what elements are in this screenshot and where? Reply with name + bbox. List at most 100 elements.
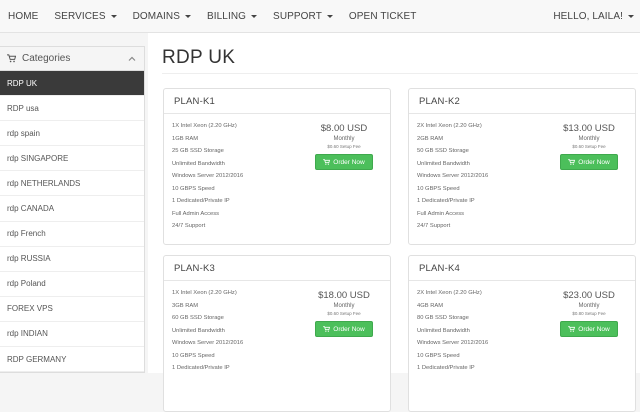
caret-down-icon <box>251 15 258 18</box>
page-title: RDP UK <box>162 47 236 68</box>
plan-billing-cycle: Monthly <box>578 136 600 142</box>
categories-header[interactable]: Categories <box>0 47 144 71</box>
plan-features: 2X Intel Xeon (2.20 GHz) 4GB RAM 80 GB S… <box>417 287 488 375</box>
category-item-rdp-netherlands[interactable]: rdp NETHERLANDS <box>0 171 144 197</box>
plan-feature: 1 Dedicated/Private IP <box>417 198 475 204</box>
plan-feature: 2X Intel Xeon (2.20 GHz) <box>417 290 482 296</box>
plan-feature: 1GB RAM <box>172 135 199 142</box>
nav-home[interactable]: HOME <box>0 0 46 33</box>
category-item-rdp-uk[interactable]: RDP UK <box>0 71 144 97</box>
shopping-cart-icon <box>7 54 16 63</box>
plan-setup-fee: $0.60 Setup Fee <box>572 144 606 149</box>
plan-features: 2X Intel Xeon (2.20 GHz) 2GB RAM 50 GB S… <box>417 120 488 233</box>
categories-sidebar: Categories RDP UK RDP usa rdp spain rdp … <box>0 46 145 373</box>
plan-feature: 24/7 Support <box>172 223 206 229</box>
plan-name: PLAN-K4 <box>409 256 635 281</box>
nav-domains[interactable]: DOMAINS <box>125 0 199 33</box>
category-item-rdp-spain[interactable]: rdp spain <box>0 121 144 147</box>
plan-card: PLAN-K2 2X Intel Xeon (2.20 GHz) 2GB RAM… <box>408 88 636 245</box>
category-item-forex-vps[interactable]: FOREX VPS <box>0 297 144 322</box>
order-now-button[interactable]: Order Now <box>315 154 373 170</box>
category-item-rdp-poland[interactable]: rdp Poland <box>0 272 144 297</box>
order-now-label: Order Now <box>333 158 365 166</box>
shopping-cart-icon <box>568 326 576 332</box>
plan-feature: Windows Server 2012/2016 <box>417 340 489 346</box>
nav-services[interactable]: SERVICES <box>46 0 124 33</box>
plan-feature: 1 Dedicated/Private IP <box>172 198 230 204</box>
plan-billing-cycle: Monthly <box>333 303 355 309</box>
plan-feature: 4GB RAM <box>417 302 444 309</box>
category-item-rdp-indian[interactable]: rdp INDIAN <box>0 322 144 348</box>
plan-feature: 2X Intel Xeon (2.20 GHz) <box>417 123 482 129</box>
plan-feature: Unlimited Bandwidth <box>172 160 225 167</box>
caret-down-icon <box>110 15 117 18</box>
nav-user-menu[interactable]: HELLO, LAILA! <box>545 0 640 33</box>
plan-feature: 80 GB SSD Storage <box>417 315 469 321</box>
nav-domains-label: DOMAINS <box>132 10 180 22</box>
nav-home-label: HOME <box>8 10 39 22</box>
plan-feature: Full Admin Access <box>172 210 220 217</box>
category-item-rdp-canada[interactable]: rdp CANADA <box>0 196 144 222</box>
plan-feature: 24/7 Support <box>417 223 451 229</box>
category-item-rdp-germany[interactable]: RDP GERMANY <box>0 347 144 373</box>
nav-billing[interactable]: BILLING <box>199 0 265 33</box>
caret-down-icon <box>628 15 634 18</box>
plan-feature: 10 GBPS Speed <box>172 185 215 192</box>
plan-feature: 25 GB SSD Storage <box>172 148 224 154</box>
plan-feature: 2GB RAM <box>417 135 444 142</box>
nav-billing-label: BILLING <box>206 10 247 22</box>
plan-feature: Unlimited Bandwidth <box>172 327 225 334</box>
plan-pricing: $18.00 USD Monthly $0.60 Setup Fee Order… <box>314 290 374 337</box>
title-divider <box>162 73 638 74</box>
order-now-label: Order Now <box>333 325 365 333</box>
plan-feature: 10 GBPS Speed <box>417 185 460 192</box>
plan-feature: 60 GB SSD Storage <box>172 315 224 321</box>
caret-down-icon <box>184 15 191 18</box>
plan-price: $18.00 USD <box>318 290 370 301</box>
plan-price: $23.00 USD <box>563 290 615 301</box>
order-now-button[interactable]: Order Now <box>560 154 618 170</box>
order-now-button[interactable]: Order Now <box>560 321 618 337</box>
plan-feature: 10 GBPS Speed <box>172 352 215 359</box>
category-item-rdp-french[interactable]: rdp French <box>0 222 144 247</box>
shopping-cart-icon <box>568 159 576 165</box>
plan-feature: 10 GBPS Speed <box>417 352 460 359</box>
caret-down-icon <box>326 15 333 18</box>
nav-user-label: HELLO, LAILA! <box>553 10 623 22</box>
category-item-rdp-singapore[interactable]: rdp SINGAPORE <box>0 146 144 172</box>
plan-pricing: $13.00 USD Monthly $0.60 Setup Fee Order… <box>559 123 619 170</box>
order-now-label: Order Now <box>578 158 610 166</box>
categories-list: RDP UK RDP usa rdp spain rdp SINGAPORE r… <box>0 71 144 373</box>
category-item-rdp-usa[interactable]: RDP usa <box>0 96 144 122</box>
plan-billing-cycle: Monthly <box>333 136 355 142</box>
plan-feature: Unlimited Bandwidth <box>417 160 470 167</box>
plan-feature: Windows Server 2012/2016 <box>417 173 489 179</box>
plan-feature: 3GB RAM <box>172 302 199 309</box>
category-item-rdp-russia[interactable]: rdp RUSSIA <box>0 247 144 272</box>
plan-card: PLAN-K4 2X Intel Xeon (2.20 GHz) 4GB RAM… <box>408 255 636 412</box>
plan-setup-fee: $0.60 Setup Fee <box>327 144 361 149</box>
categories-title: Categories <box>22 53 71 64</box>
shopping-cart-icon <box>323 159 331 165</box>
chevron-up-icon[interactable] <box>128 55 136 63</box>
nav-support-label: SUPPORT <box>273 10 322 22</box>
nav-open-ticket[interactable]: OPEN TICKET <box>341 0 425 33</box>
shopping-cart-icon <box>323 326 331 332</box>
plan-name: PLAN-K2 <box>409 89 635 114</box>
plan-feature: 50 GB SSD Storage <box>417 148 469 154</box>
plan-price: $13.00 USD <box>563 123 615 134</box>
plan-pricing: $8.00 USD Monthly $0.60 Setup Fee Order … <box>314 123 374 170</box>
order-now-button[interactable]: Order Now <box>315 321 373 337</box>
nav-support[interactable]: SUPPORT <box>265 0 341 33</box>
plan-feature: Windows Server 2012/2016 <box>172 173 244 179</box>
plan-feature: Windows Server 2012/2016 <box>172 340 244 346</box>
plan-name: PLAN-K3 <box>164 256 390 281</box>
nav-services-label: SERVICES <box>54 10 106 22</box>
top-navbar: HOME SERVICES DOMAINS BILLING SUPPORT OP… <box>0 0 640 33</box>
plan-price: $8.00 USD <box>320 123 368 134</box>
plan-setup-fee: $0.60 Setup Fee <box>327 311 361 316</box>
plan-pricing: $23.00 USD Monthly $0.80 Setup Fee Order… <box>559 290 619 337</box>
plan-billing-cycle: Monthly <box>578 303 600 309</box>
plan-features: 1X Intel Xeon (2.20 GHz) 1GB RAM 25 GB S… <box>172 120 243 233</box>
plan-name: PLAN-K1 <box>164 89 390 114</box>
